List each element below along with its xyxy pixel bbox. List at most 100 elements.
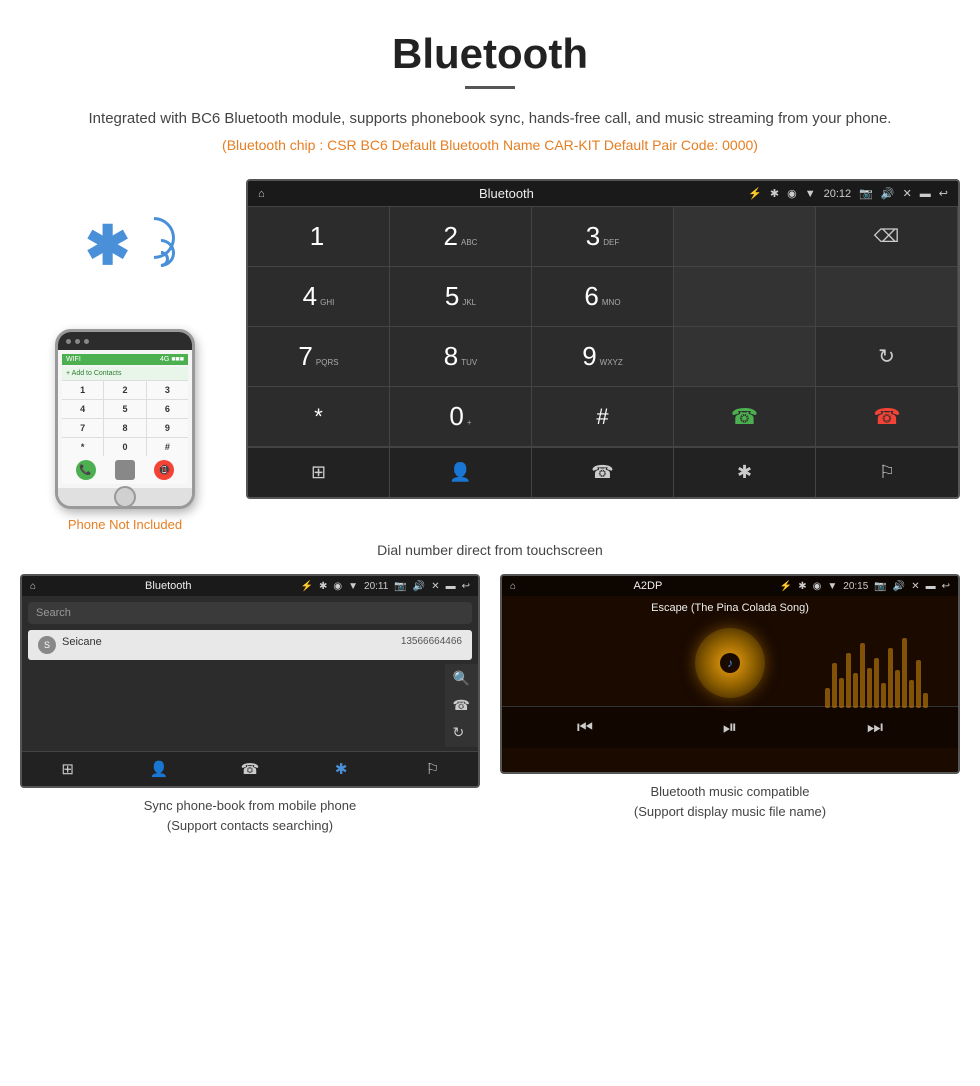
pb-loc-icon: ◉ <box>333 581 342 592</box>
pb-search-icon[interactable]: 🔍 <box>453 670 470 687</box>
page-title: Bluetooth <box>20 30 960 78</box>
dial-key-0[interactable]: 0 + <box>390 387 532 447</box>
phonebook-title: Bluetooth <box>42 580 294 592</box>
phone-carrier: WIFI <box>66 356 81 363</box>
dial-key-8[interactable]: 8 TUV <box>390 327 532 387</box>
pb-refresh-icon[interactable]: ↻ <box>453 724 470 741</box>
phone-call-button[interactable]: 📞 <box>76 460 96 480</box>
eq-bar-5 <box>853 673 858 708</box>
dial-key-2[interactable]: 2 ABC <box>390 207 532 267</box>
dial-empty-2 <box>674 267 816 327</box>
dial-key-6[interactable]: 6 MNO <box>532 267 674 327</box>
phonebook-caption: Sync phone-book from mobile phone(Suppor… <box>20 788 480 839</box>
dial-key-3[interactable]: 3 DEF <box>532 207 674 267</box>
pb-link-icon[interactable]: ⚐ <box>387 760 478 778</box>
music-disc-inner: ♪ <box>720 653 740 673</box>
bottom-screens-area: ⌂ Bluetooth ⚡ ✱ ◉ ▼ 20:11 📷 🔊 ✕ ▬ ↩ Sear… <box>0 574 980 839</box>
dial-empty-1 <box>674 207 816 267</box>
bt-status-icon: ✱ <box>770 187 779 200</box>
page-header: Bluetooth Integrated with BC6 Bluetooth … <box>0 0 980 179</box>
search-placeholder: Search <box>36 607 71 619</box>
signal-arcs-icon <box>140 217 175 271</box>
phone-key-3: 3 <box>147 381 188 399</box>
close-icon: ✕ <box>903 187 912 200</box>
next-button[interactable]: ⏭ <box>867 717 883 738</box>
phonebook-search-bar[interactable]: Search <box>28 602 472 624</box>
pb-grid-icon[interactable]: ⊞ <box>22 760 113 778</box>
toolbar-bt-icon[interactable]: ✱ <box>674 448 816 497</box>
dial-key-hash[interactable]: # <box>532 387 674 447</box>
phone-dot-2 <box>75 339 80 344</box>
title-underline <box>465 86 515 89</box>
back-icon: ↩ <box>939 187 948 200</box>
pb-right-icons: 🔍 ☎ ↻ <box>22 664 478 747</box>
home-icon: ⌂ <box>258 188 265 200</box>
eq-bar-10 <box>888 648 893 708</box>
bt-icon-container: ✱ <box>65 199 185 319</box>
dial-backspace[interactable]: ⌫ <box>816 207 958 267</box>
phone-illustration-area: ✱ WIFI 4G ■■■ + Add to Contacts <box>20 179 230 532</box>
music-status-bar: ⌂ A2DP ⚡ ✱ ◉ ▼ 20:15 📷 🔊 ✕ ▬ ↩ <box>502 576 958 596</box>
music-title: A2DP <box>522 580 774 592</box>
pb-phone-icon[interactable]: ☎ <box>204 760 295 778</box>
time-display: 20:12 <box>824 188 852 200</box>
pb-usb-icon: ⚡ <box>301 581 313 592</box>
music-back-icon: ↩ <box>942 581 950 592</box>
contact-item[interactable]: S Seicane 13566664466 <box>28 630 472 660</box>
dial-key-4[interactable]: 4 GHI <box>248 267 390 327</box>
phone-end-button[interactable]: 📵 <box>154 460 174 480</box>
dial-empty-3 <box>816 267 958 327</box>
pb-win-icon: ▬ <box>446 581 456 592</box>
toolbar-grid-icon[interactable]: ⊞ <box>248 448 390 497</box>
phone-home-button[interactable] <box>114 486 136 508</box>
music-win-icon: ▬ <box>926 581 936 592</box>
pb-bt-icon: ✱ <box>319 581 327 592</box>
pb-bt-icon-toolbar[interactable]: ✱ <box>296 760 387 778</box>
music-vol-icon: 🔊 <box>893 581 905 592</box>
page-specs: (Bluetooth chip : CSR BC6 Default Blueto… <box>20 137 960 153</box>
dial-key-star[interactable]: * <box>248 387 390 447</box>
pb-time: 20:11 <box>364 581 388 592</box>
toolbar-link-icon[interactable]: ⚐ <box>816 448 958 497</box>
music-close-icon: ✕ <box>911 581 919 592</box>
music-song-name: Escape (The Pina Colada Song) <box>502 596 958 620</box>
volume-icon: 🔊 <box>881 187 895 200</box>
contact-number: 13566664466 <box>401 636 462 654</box>
phone-bottom-controls: 📞 📵 <box>62 456 188 484</box>
phone-key-star: * <box>62 438 103 456</box>
phone-top-bar <box>58 332 192 350</box>
eq-bar-9 <box>881 683 886 708</box>
dial-key-1[interactable]: 1 <box>248 207 390 267</box>
pb-vol-icon: 🔊 <box>413 581 425 592</box>
car-dialpad-screen: ⌂ Bluetooth ⚡ ✱ ◉ ▼ 20:12 📷 🔊 ✕ ▬ ↩ 1 <box>246 179 960 499</box>
prev-button[interactable]: ⏮ <box>577 717 593 738</box>
eq-bar-3 <box>839 678 844 708</box>
toolbar-phone-icon[interactable]: ☎ <box>532 448 674 497</box>
play-pause-button[interactable]: ⏯ <box>723 717 737 738</box>
music-bt-icon: ✱ <box>798 581 806 592</box>
phone-status-bar: WIFI 4G ■■■ <box>62 354 188 365</box>
page-description: Integrated with BC6 Bluetooth module, su… <box>20 107 960 131</box>
phone-keypad: 1 2 3 4 5 6 7 8 9 * 0 # <box>62 381 188 456</box>
dial-refresh[interactable]: ↻ <box>816 327 958 387</box>
dial-call-button[interactable]: ☎ <box>674 387 816 447</box>
phone-key-8: 8 <box>104 419 145 437</box>
phone-time-icon: 4G ■■■ <box>160 356 184 363</box>
pb-call-icon[interactable]: ☎ <box>453 697 470 714</box>
car-dialpad-status-bar: ⌂ Bluetooth ⚡ ✱ ◉ ▼ 20:12 📷 🔊 ✕ ▬ ↩ <box>248 181 958 206</box>
dial-key-9[interactable]: 9 WXYZ <box>532 327 674 387</box>
dial-key-5[interactable]: 5 JKL <box>390 267 532 327</box>
music-bt-note-icon: ♪ <box>727 656 733 670</box>
dial-empty-4 <box>674 327 816 387</box>
phone-video-button[interactable] <box>115 460 135 480</box>
dial-key-7[interactable]: 7 PQRS <box>248 327 390 387</box>
toolbar-user-icon[interactable]: 👤 <box>390 448 532 497</box>
phonebook-screen: ⌂ Bluetooth ⚡ ✱ ◉ ▼ 20:11 📷 🔊 ✕ ▬ ↩ Sear… <box>20 574 480 788</box>
contact-initial: S <box>38 636 56 654</box>
phone-home-bar <box>58 488 192 506</box>
music-screen: ⌂ A2DP ⚡ ✱ ◉ ▼ 20:15 📷 🔊 ✕ ▬ ↩ Escape (T… <box>500 574 960 774</box>
phonebook-screen-wrap: ⌂ Bluetooth ⚡ ✱ ◉ ▼ 20:11 📷 🔊 ✕ ▬ ↩ Sear… <box>20 574 480 839</box>
dial-end-button[interactable]: ☎ <box>816 387 958 447</box>
main-content-area: ✱ WIFI 4G ■■■ + Add to Contacts <box>0 179 980 532</box>
pb-user-icon[interactable]: 👤 <box>113 760 204 778</box>
